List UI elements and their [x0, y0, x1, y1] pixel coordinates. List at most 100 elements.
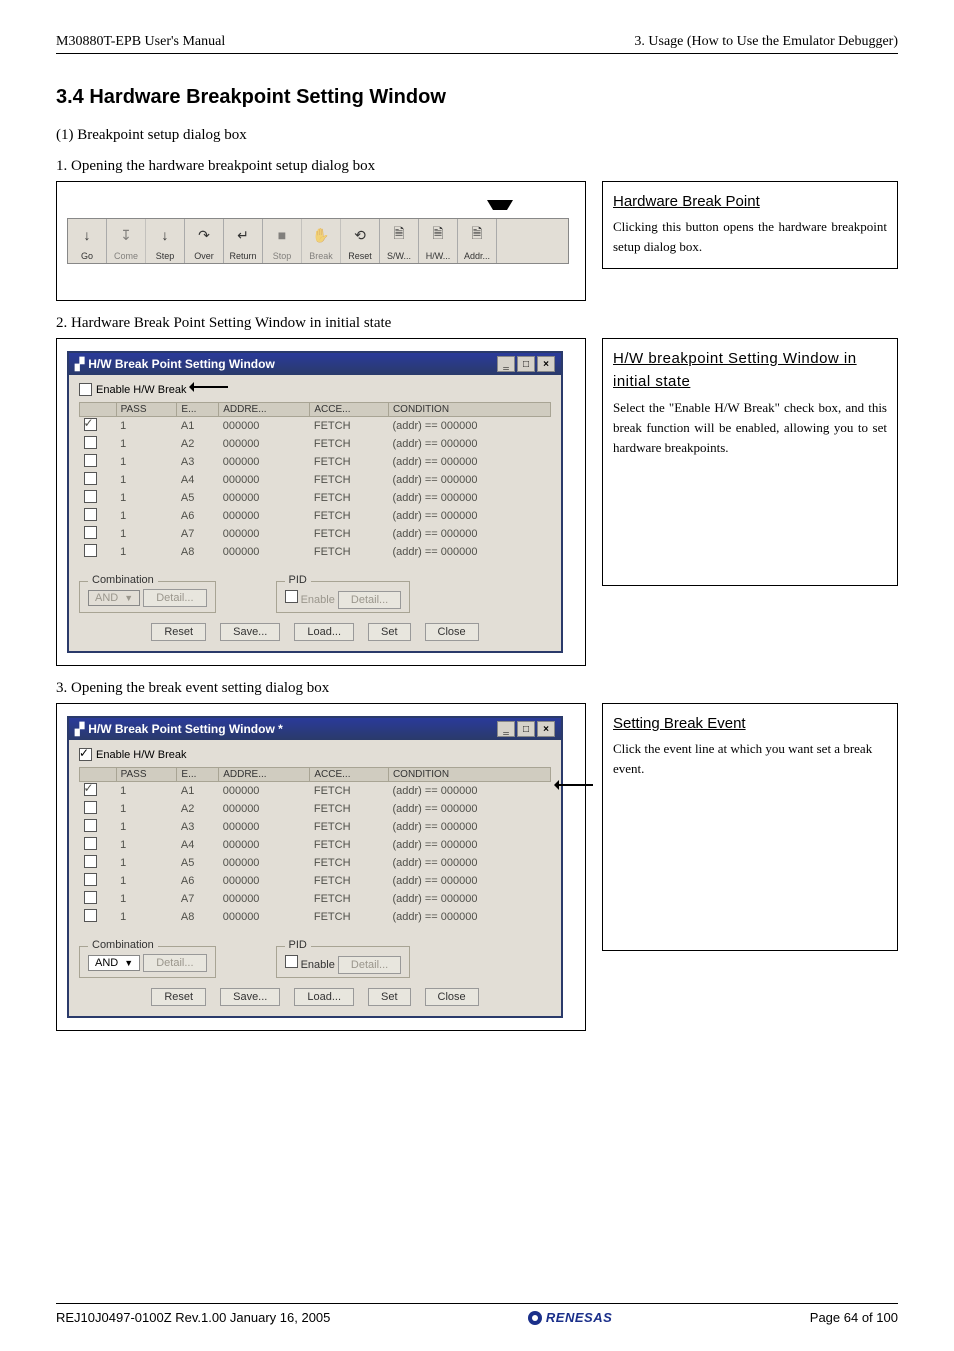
row-checkbox[interactable] — [84, 891, 97, 904]
col-header: PASS — [116, 768, 177, 782]
load-button[interactable]: Load... — [294, 623, 354, 641]
row-checkbox[interactable] — [84, 508, 97, 521]
table-row[interactable]: 1A5000000FETCH(addr) == 000000 — [80, 854, 551, 872]
cell: A3 — [177, 818, 219, 836]
cell: (addr) == 000000 — [388, 435, 550, 453]
cell: FETCH — [310, 471, 389, 489]
set-button[interactable]: Set — [368, 623, 411, 641]
cell: 000000 — [219, 836, 310, 854]
toolbar-btn-hw[interactable]: 🗎H/W... — [419, 219, 458, 263]
cell: 000000 — [219, 489, 310, 507]
row-checkbox[interactable] — [84, 436, 97, 449]
table-row[interactable]: 1A1000000FETCH(addr) == 000000 — [80, 782, 551, 801]
row-checkbox[interactable] — [84, 819, 97, 832]
minimize-icon[interactable]: ‗ — [497, 356, 515, 372]
cell: (addr) == 000000 — [388, 543, 550, 561]
bp-footer-row: Reset Save... Load... Set Close — [79, 988, 551, 1006]
info1-title: Hardware Break Point — [613, 190, 887, 213]
cell: 1 — [116, 507, 177, 525]
cell: (addr) == 000000 — [388, 800, 550, 818]
toolbar-btn-reset[interactable]: ⟲Reset — [341, 219, 380, 263]
row-checkbox[interactable] — [84, 909, 97, 922]
row-checkbox[interactable] — [84, 873, 97, 886]
col-header — [80, 403, 117, 417]
toolbar-btn-return[interactable]: ↵Return — [224, 219, 263, 263]
cell: A5 — [177, 489, 219, 507]
table-row[interactable]: 1A3000000FETCH(addr) == 000000 — [80, 453, 551, 471]
col-header: ADDRE... — [219, 768, 310, 782]
sub-heading-1: (1) Breakpoint setup dialog box — [56, 127, 898, 144]
row-checkbox[interactable] — [84, 454, 97, 467]
set-button[interactable]: Set — [368, 988, 411, 1006]
table-row[interactable]: 1A5000000FETCH(addr) == 000000 — [80, 489, 551, 507]
close-button[interactable]: Close — [425, 623, 479, 641]
toolbar-label: Return — [229, 251, 256, 261]
table-row[interactable]: 1A1000000FETCH(addr) == 000000 — [80, 417, 551, 436]
cell: (addr) == 000000 — [388, 507, 550, 525]
save-button[interactable]: Save... — [220, 988, 280, 1006]
toolbar-label: Go — [81, 251, 93, 261]
table-row[interactable]: 1A4000000FETCH(addr) == 000000 — [80, 836, 551, 854]
cell: FETCH — [310, 890, 389, 908]
step-3-title: 3. Opening the break event setting dialo… — [56, 680, 898, 697]
row-checkbox[interactable] — [84, 837, 97, 850]
toolbar-btn-over[interactable]: ↷Over — [185, 219, 224, 263]
table-row[interactable]: 1A2000000FETCH(addr) == 000000 — [80, 800, 551, 818]
minimize-icon[interactable]: ‗ — [497, 721, 515, 737]
row-checkbox[interactable] — [84, 526, 97, 539]
row-checkbox[interactable] — [84, 783, 97, 796]
reset-button[interactable]: Reset — [151, 623, 206, 641]
cell: FETCH — [310, 489, 389, 507]
cell: FETCH — [310, 417, 389, 436]
reset-button[interactable]: Reset — [151, 988, 206, 1006]
maximize-icon[interactable]: □ — [517, 356, 535, 372]
enable-hw-break-row[interactable]: Enable H/W Break — [79, 748, 551, 761]
cell: A1 — [177, 782, 219, 801]
close-icon[interactable]: × — [537, 356, 555, 372]
enable-hw-break-checkbox[interactable] — [79, 383, 92, 396]
close-button[interactable]: Close — [425, 988, 479, 1006]
toolbar-label: S/W... — [387, 251, 411, 261]
toolbar-icon: 🗎 — [393, 219, 404, 251]
toolbar-btn-addr[interactable]: 🗎Addr... — [458, 219, 497, 263]
row-checkbox[interactable] — [84, 472, 97, 485]
combination-detail-button: Detail... — [143, 589, 206, 607]
table-row[interactable]: 1A2000000FETCH(addr) == 000000 — [80, 435, 551, 453]
cell: FETCH — [310, 782, 389, 801]
toolbar-label: Over — [194, 251, 214, 261]
save-button[interactable]: Save... — [220, 623, 280, 641]
cell: 000000 — [219, 507, 310, 525]
row-checkbox[interactable] — [84, 490, 97, 503]
table-row[interactable]: 1A6000000FETCH(addr) == 000000 — [80, 872, 551, 890]
row-checkbox[interactable] — [84, 855, 97, 868]
toolbar-btn-sw[interactable]: 🗎S/W... — [380, 219, 419, 263]
cell: FETCH — [310, 453, 389, 471]
row-checkbox[interactable] — [84, 801, 97, 814]
debugger-toolbar: ↓Go↧Come↓Step↷Over↵Return■Stop✋Break⟲Res… — [67, 218, 569, 264]
enable-hw-break-checkbox[interactable] — [79, 748, 92, 761]
table-row[interactable]: 1A8000000FETCH(addr) == 000000 — [80, 543, 551, 561]
table-row[interactable]: 1A7000000FETCH(addr) == 000000 — [80, 890, 551, 908]
toolbar-btn-step[interactable]: ↓Step — [146, 219, 185, 263]
cell: A6 — [177, 507, 219, 525]
close-icon[interactable]: × — [537, 721, 555, 737]
table-row[interactable]: 1A7000000FETCH(addr) == 000000 — [80, 525, 551, 543]
maximize-icon[interactable]: □ — [517, 721, 535, 737]
toolbar-label: Step — [156, 251, 175, 261]
load-button[interactable]: Load... — [294, 988, 354, 1006]
cell: 1 — [116, 818, 177, 836]
table-row[interactable]: 1A8000000FETCH(addr) == 000000 — [80, 908, 551, 926]
enable-hw-break-row[interactable]: Enable H/W Break — [79, 383, 551, 396]
cell: A1 — [177, 417, 219, 436]
cell: 1 — [116, 908, 177, 926]
table-row[interactable]: 1A4000000FETCH(addr) == 000000 — [80, 471, 551, 489]
table-row[interactable]: 1A3000000FETCH(addr) == 000000 — [80, 818, 551, 836]
row-checkbox[interactable] — [84, 418, 97, 431]
combination-combo[interactable]: AND▼ — [88, 955, 140, 971]
toolbar-btn-go[interactable]: ↓Go — [68, 219, 107, 263]
cell: FETCH — [310, 872, 389, 890]
pid-enable-checkbox[interactable]: Enable — [285, 959, 335, 971]
row-checkbox[interactable] — [84, 544, 97, 557]
col-header: ACCE... — [310, 403, 389, 417]
table-row[interactable]: 1A6000000FETCH(addr) == 000000 — [80, 507, 551, 525]
